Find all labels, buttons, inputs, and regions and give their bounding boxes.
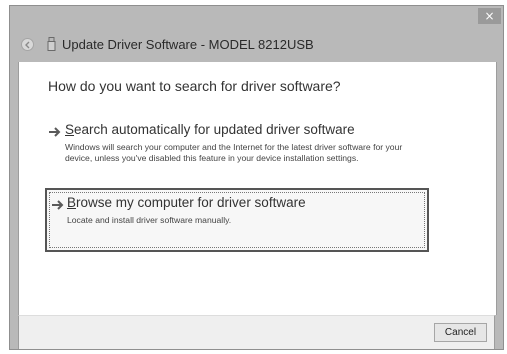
back-arrow-icon — [25, 41, 30, 49]
footer-bar: Cancel — [18, 315, 495, 349]
usb-device-icon — [47, 37, 56, 51]
arrow-right-icon — [52, 200, 64, 210]
back-button[interactable] — [21, 38, 34, 51]
search-automatically-option[interactable]: Search automatically for updated driver … — [47, 122, 427, 182]
content-area: How do you want to search for driver sof… — [18, 62, 497, 315]
window-title: Update Driver Software - MODEL 8212USB — [62, 37, 314, 52]
option-title: Search automatically for updated driver … — [65, 122, 355, 137]
arrow-right-icon — [49, 127, 61, 137]
page-heading: How do you want to search for driver sof… — [48, 78, 341, 94]
option-description: Windows will search your computer and th… — [65, 142, 403, 163]
close-button[interactable]: × — [478, 8, 501, 24]
browse-computer-option[interactable]: Browse my computer for driver software L… — [45, 188, 429, 252]
title-bar[interactable]: × Update Driver Software - MODEL 8212USB — [10, 6, 503, 62]
cancel-button[interactable]: Cancel — [434, 323, 487, 342]
close-icon: × — [484, 9, 495, 23]
option-title: Browse my computer for driver software — [67, 195, 306, 210]
option-description: Locate and install driver software manua… — [67, 215, 232, 225]
update-driver-window: × Update Driver Software - MODEL 8212USB… — [9, 5, 504, 350]
